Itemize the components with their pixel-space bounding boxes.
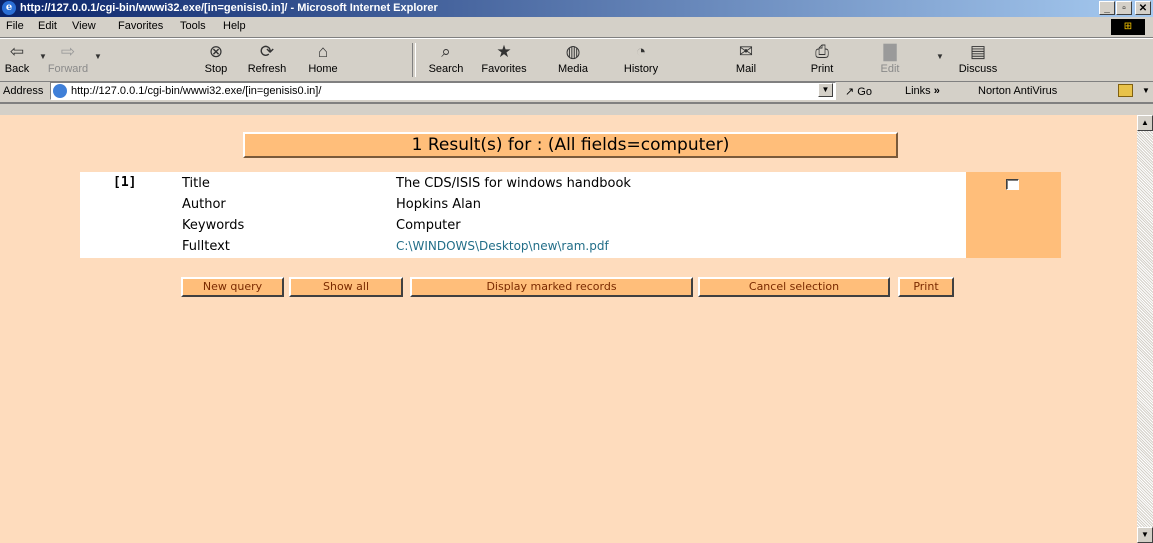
cancel-selection-button[interactable]: Cancel selection [698,277,890,297]
norton-antivirus-icon[interactable] [1118,84,1133,97]
page-content: 1 Result(s) for : (All fields=computer) … [0,115,1137,543]
print-button[interactable]: Print [898,277,954,297]
record-number: [1] [113,175,137,190]
field-label-author: Author [182,197,226,212]
discuss-button[interactable]: ▤ Discuss [955,41,1001,75]
history-button[interactable]: ◔ History [618,41,664,75]
edit-icon: ▇ [883,42,897,61]
toolbar: ⇦ Back ▼ ⇨ Forward ▼ ⊗ Stop ⟳ Refresh ⌂ … [0,38,1153,82]
menu-view[interactable]: View [72,20,96,32]
window-title: http://127.0.0.1/cgi-bin/wwwi32.exe/[in=… [20,2,438,14]
search-button[interactable]: ⌕ Search [424,41,468,75]
show-all-button[interactable]: Show all [289,277,403,297]
windows-logo-icon: ⊞ [1111,19,1145,35]
stop-button[interactable]: ⊗ Stop [199,41,233,75]
display-marked-records-button[interactable]: Display marked records [410,277,693,297]
back-button[interactable]: ⇦ Back [2,41,32,75]
minimize-button[interactable]: _ [1099,1,1115,15]
home-button[interactable]: ⌂ Home [303,41,343,75]
menu-bar: File Edit View Favorites Tools Help ⊞ [0,17,1153,38]
field-value-title: The CDS/ISIS for windows handbook [396,176,631,191]
forward-arrow-icon: ⇨ [60,42,76,61]
field-label-fulltext: Fulltext [182,239,230,254]
menu-edit[interactable]: Edit [38,20,57,32]
address-url: http://127.0.0.1/cgi-bin/wwwi32.exe/[in=… [71,85,322,97]
fulltext-link[interactable]: C:\WINDOWS\Desktop\new\ram.pdf [396,239,609,253]
edit-dropdown-icon[interactable]: ▼ [936,52,944,61]
media-button[interactable]: ◍ Media [553,41,593,75]
field-value-keywords: Computer [396,218,461,233]
media-icon: ◍ [565,42,581,61]
mail-button[interactable]: ✉ Mail [730,41,762,75]
back-arrow-icon: ⇦ [9,42,25,61]
search-icon: ⌕ [441,42,451,61]
menu-favorites[interactable]: Favorites [118,20,163,32]
ie-logo-icon: e [2,1,16,15]
new-query-button[interactable]: New query [181,277,284,297]
scroll-up-icon[interactable]: ▲ [1137,115,1153,131]
go-button[interactable]: ↗ Go [845,85,872,98]
stop-icon: ⊗ [208,42,224,61]
mail-icon: ✉ [738,42,754,61]
field-label-title: Title [182,176,210,191]
history-icon: ◔ [635,42,647,61]
discuss-icon: ▤ [969,42,987,61]
home-icon: ⌂ [317,42,329,61]
norton-antivirus-button[interactable]: Norton AntiVirus [978,85,1057,97]
print-toolbar-button[interactable]: ⎙ Print [806,41,838,75]
maximize-button[interactable]: ▫ [1116,1,1132,15]
norton-dropdown-icon[interactable]: ▼ [1142,86,1150,95]
chevron-right-icon: » [933,85,940,97]
close-button[interactable]: ✕ [1135,1,1151,15]
address-label: Address [3,85,44,97]
back-dropdown-icon[interactable]: ▼ [39,52,47,61]
favorites-button[interactable]: ★ Favorites [474,41,534,75]
edit-toolbar-button[interactable]: ▇ Edit [876,41,904,75]
menu-tools[interactable]: Tools [180,20,206,32]
favorites-icon: ★ [496,42,512,61]
toolbar-separator [412,43,416,77]
window-controls: _ ▫ ✕ [1099,1,1151,15]
result-record: [1] Title The CDS/ISIS for windows handb… [80,172,1061,258]
address-bar: Address http://127.0.0.1/cgi-bin/wwwi32.… [0,81,1153,103]
window-title-bar[interactable]: e http://127.0.0.1/cgi-bin/wwwi32.exe/[i… [0,0,1153,17]
mark-cell [966,172,1061,258]
menu-file[interactable]: File [6,20,24,32]
refresh-button[interactable]: ⟳ Refresh [244,41,290,75]
go-arrow-icon: ↗ [845,86,855,98]
address-input[interactable]: http://127.0.0.1/cgi-bin/wwwi32.exe/[in=… [50,82,836,100]
vertical-scrollbar[interactable]: ▲ ▼ [1137,115,1153,543]
refresh-icon: ⟳ [259,42,275,61]
results-header: 1 Result(s) for : (All fields=computer) [243,132,898,158]
menu-help[interactable]: Help [223,20,246,32]
forward-button[interactable]: ⇨ Forward [47,41,89,75]
field-value-author: Hopkins Alan [396,197,481,212]
field-value-fulltext: C:\WINDOWS\Desktop\new\ram.pdf [396,239,609,254]
forward-dropdown-icon[interactable]: ▼ [94,52,102,61]
links-button[interactable]: Links » [905,85,940,97]
address-dropdown-icon[interactable]: ▼ [818,83,833,97]
printer-icon: ⎙ [815,42,829,61]
scroll-down-icon[interactable]: ▼ [1137,527,1153,543]
mark-record-checkbox[interactable] [1006,179,1019,190]
page-icon [53,84,67,98]
field-label-keywords: Keywords [182,218,245,233]
